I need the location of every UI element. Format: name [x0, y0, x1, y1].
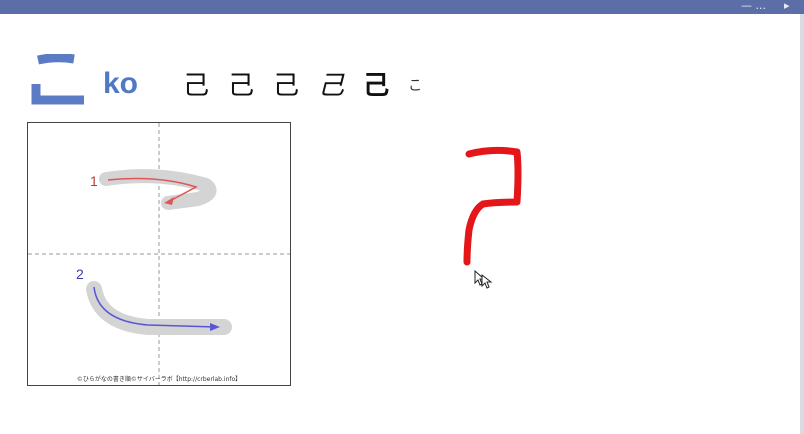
stroke-number-1: 1 [90, 173, 98, 189]
window-edge [800, 14, 804, 434]
variant-3: 己 [273, 71, 300, 100]
variant-4: 己 [318, 71, 345, 101]
arrow-cursor-icon [474, 269, 496, 294]
romaji-label: ko [103, 67, 139, 100]
kana-ko-glyph [30, 53, 86, 110]
variant-5: 己 [363, 71, 390, 101]
kanji-variants: 己 己 己 己 己 こ [183, 66, 441, 106]
credit-text: ©ひらがなの書き順©サイバーラボ【http://crberlab.info】 [76, 376, 242, 383]
variant-6: こ [408, 78, 423, 94]
stroke-number-2: 2 [76, 266, 84, 282]
variant-1: 己 [183, 71, 210, 101]
speaker-icon[interactable]: ▸ [784, 0, 798, 12]
top-bar: — ... ▸ [0, 0, 804, 14]
variant-2: 己 [228, 71, 255, 101]
stroke-order-chart: 1 2 ©ひらがなの書き順©サイバーラボ【http://crberlab.inf… [27, 122, 291, 386]
handwriting-canvas[interactable] [455, 140, 535, 274]
header-text: — ... [741, 0, 766, 12]
